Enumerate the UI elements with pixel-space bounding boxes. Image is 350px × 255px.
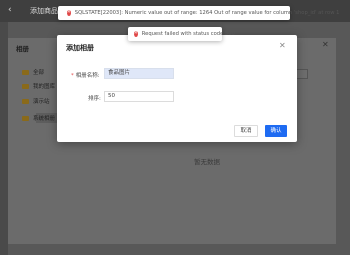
request-error-toast: ✕ Request failed with status code 500 — [128, 27, 235, 41]
empty-state-text: 暂无数据 — [194, 158, 220, 166]
sort-label: 排序: — [88, 96, 101, 102]
modal-title: 添加相册 — [66, 44, 94, 52]
page-title: 添加商品 — [30, 7, 58, 15]
folder-icon — [22, 83, 29, 89]
confirm-button[interactable]: 确认 — [265, 125, 287, 137]
album-dialog-close-icon[interactable]: ✕ — [322, 40, 329, 49]
folder-label: 我的图库 — [33, 84, 56, 90]
left-nav-bar — [0, 22, 8, 255]
add-album-modal: 添加相册 ✕ * 相册名称: 食品图片 排序: 50 取消 确认 — [57, 35, 297, 142]
sql-error-toast: ✕ SQLSTATE[22003]: Numeric value out of … — [58, 6, 339, 20]
folder-item-all[interactable]: 全部 — [22, 67, 45, 77]
folder-icon — [22, 115, 29, 121]
folder-item-system[interactable]: 系统相册 — [22, 113, 58, 123]
required-asterisk: * — [71, 73, 74, 79]
sort-input[interactable]: 50 — [104, 91, 174, 102]
album-name-label: * 相册名称: — [71, 73, 100, 79]
folder-icon — [22, 98, 29, 104]
sql-error-message: SQLSTATE[22003]: Numeric value out of ra… — [74, 10, 340, 16]
folder-icon — [22, 69, 29, 75]
back-arrow-icon[interactable]: ‹ — [8, 5, 12, 15]
folder-item-demo[interactable]: 演示站 — [22, 96, 50, 106]
album-dialog-title: 相册 — [16, 45, 29, 53]
album-name-input[interactable]: 食品图片 — [104, 68, 174, 79]
folder-label: 系统相册 — [33, 116, 56, 122]
folder-label: 演示站 — [33, 99, 50, 105]
request-error-message: Request failed with status code 500 — [141, 31, 235, 37]
cancel-button[interactable]: 取消 — [234, 125, 258, 137]
folder-item-my-library[interactable]: 我的图库 — [22, 81, 56, 91]
error-icon: ✕ — [67, 10, 71, 16]
modal-close-icon[interactable]: ✕ — [279, 41, 286, 50]
error-icon: ✕ — [134, 31, 138, 37]
folder-label: 全部 — [33, 70, 45, 76]
